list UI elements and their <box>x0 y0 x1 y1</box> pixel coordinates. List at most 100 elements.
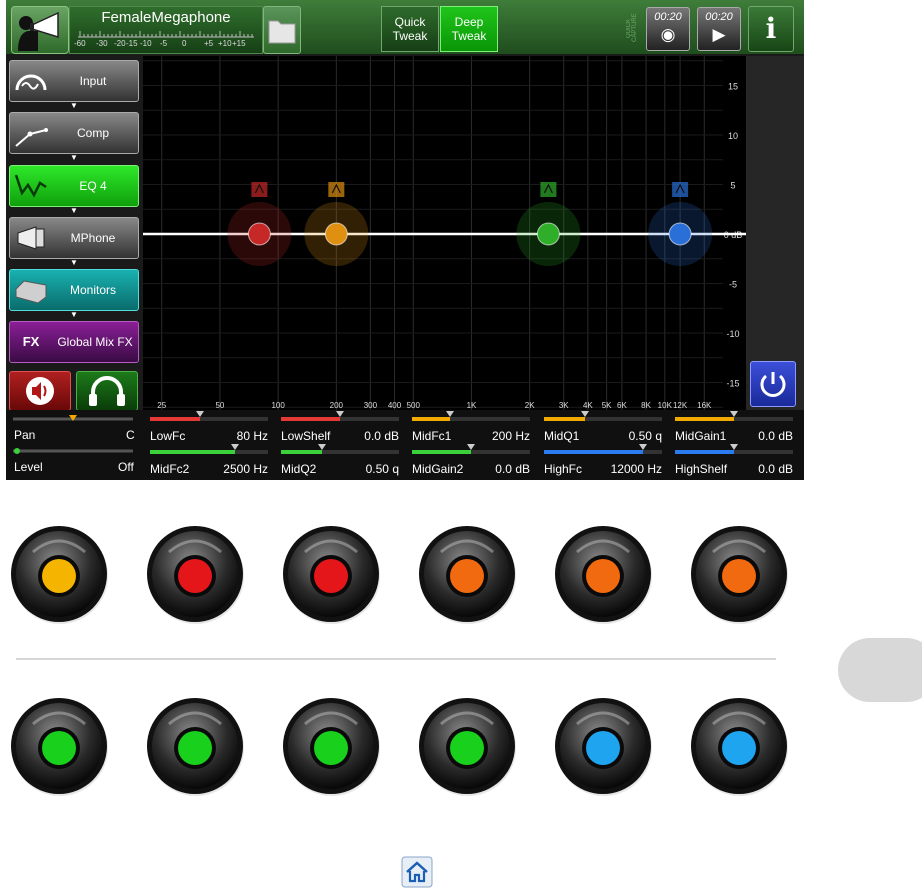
speaker-button[interactable] <box>9 371 71 411</box>
info-button[interactable]: i <box>748 6 794 52</box>
top-bar: FemaleMegaphone -60 -30 -20 -15 -10 -5 0 +5 +10 +… <box>6 0 804 54</box>
pan-slider[interactable] <box>9 413 137 425</box>
block-mphone[interactable]: MPhone <box>9 217 139 259</box>
x-tick-label: 5K <box>602 401 612 410</box>
folder-button[interactable] <box>263 6 301 54</box>
meter-scale-label: 0 <box>182 39 187 48</box>
param-slider[interactable] <box>150 417 268 421</box>
x-tick-label: 4K <box>583 401 593 410</box>
param-slider-handle[interactable] <box>336 411 344 417</box>
headphones-button[interactable] <box>76 371 138 411</box>
param-slider[interactable] <box>544 450 662 454</box>
y-tick-label: 15 <box>728 82 738 92</box>
eq-curve-icon <box>14 174 47 198</box>
param-highshelf[interactable]: HighShelf 0.0 dB <box>669 443 797 476</box>
knob-led <box>178 559 212 593</box>
preset-selector[interactable]: FemaleMegaphone -60 -30 -20 -15 -10 -5 0 +5 +10 +… <box>69 6 263 54</box>
param-midfc1[interactable]: MidFc1 200 Hz <box>406 410 534 443</box>
deep-tweak-button[interactable]: Deep Tweak <box>440 6 498 52</box>
eq-band-node[interactable] <box>536 222 560 246</box>
eq-band-node[interactable] <box>247 222 271 246</box>
led-knob[interactable] <box>415 694 519 798</box>
block-comp[interactable]: Comp <box>9 112 139 154</box>
param-slider-fill <box>281 417 340 421</box>
param-lowshelf[interactable]: LowShelf 0.0 dB <box>275 410 403 443</box>
eq-band-node[interactable] <box>324 222 348 246</box>
param-name: MidQ2 <box>281 462 317 476</box>
param-highfc[interactable]: HighFc 12000 Hz <box>538 443 666 476</box>
block-monitors[interactable]: Monitors <box>9 269 139 311</box>
param-slider[interactable] <box>281 450 399 454</box>
led-knob[interactable] <box>551 694 655 798</box>
home-button[interactable] <box>401 856 433 888</box>
param-midgain2[interactable]: MidGain2 0.0 dB <box>406 443 534 476</box>
param-slider-fill <box>412 417 450 421</box>
input-gauge-icon <box>15 74 47 91</box>
led-knob[interactable] <box>551 522 655 626</box>
knob-led <box>314 731 348 765</box>
param-name: LowFc <box>150 429 186 443</box>
page-tab[interactable] <box>838 638 922 702</box>
chain-arrow: ▼ <box>70 258 78 267</box>
led-knob[interactable] <box>143 694 247 798</box>
y-tick-label: 10 <box>728 131 738 141</box>
power-button[interactable] <box>750 361 796 407</box>
param-lowfc[interactable]: LowFc 80 Hz <box>144 410 272 443</box>
eq-band-node[interactable] <box>668 222 692 246</box>
level-slider[interactable] <box>9 445 137 457</box>
param-midq2[interactable]: MidQ2 0.50 q <box>275 443 403 476</box>
x-tick-label: 3K <box>559 401 569 410</box>
eq-graph[interactable]: 151050 dB-5-10-1525501002003004005001K2K… <box>143 56 746 410</box>
block-global-mix-fx[interactable]: FX Global Mix FX <box>9 321 139 363</box>
led-knob[interactable] <box>7 694 111 798</box>
led-knob[interactable] <box>279 694 383 798</box>
param-slider-fill <box>544 417 586 421</box>
param-slider-handle[interactable] <box>230 444 239 450</box>
led-knob[interactable] <box>143 522 247 626</box>
param-slider[interactable] <box>412 450 530 454</box>
power-icon <box>760 372 786 397</box>
param-midfc2[interactable]: MidFc2 2500 Hz <box>144 443 272 476</box>
meter-scale-label: +10 <box>218 39 232 48</box>
play-button[interactable]: 00:20 ▶ <box>697 7 741 51</box>
param-slider[interactable] <box>412 417 530 421</box>
param-midgain1[interactable]: MidGain1 0.0 dB <box>669 410 797 443</box>
led-knob[interactable] <box>415 522 519 626</box>
param-name: MidGain1 <box>675 429 727 443</box>
led-knob[interactable] <box>7 522 111 626</box>
param-slider[interactable] <box>675 450 793 454</box>
x-tick-label: 300 <box>364 401 378 410</box>
param-value: 80 Hz <box>236 429 268 443</box>
param-slider-handle[interactable] <box>318 444 327 450</box>
param-slider-handle[interactable] <box>639 444 648 450</box>
x-tick-label: 200 <box>330 401 344 410</box>
record-button[interactable]: 00:20 ◉ <box>646 7 690 51</box>
pan-value: C <box>126 428 135 442</box>
led-knob[interactable] <box>687 694 791 798</box>
param-slider[interactable] <box>150 450 268 454</box>
deep-tweak-label: Deep Tweak <box>451 15 487 43</box>
quick-tweak-button[interactable]: Quick Tweak <box>381 6 439 52</box>
chain-arrow: ▼ <box>70 206 78 215</box>
input-level-meter <box>78 31 254 38</box>
block-input[interactable]: Input <box>9 60 139 102</box>
param-slider-handle[interactable] <box>195 411 204 417</box>
param-slider[interactable] <box>675 417 793 421</box>
param-slider[interactable] <box>281 417 399 421</box>
param-slider[interactable] <box>544 417 662 421</box>
param-slider-handle[interactable] <box>581 411 590 417</box>
block-eq[interactable]: EQ 4 <box>9 165 139 207</box>
param-slider-handle[interactable] <box>467 444 475 450</box>
param-name: MidFc2 <box>150 462 190 476</box>
param-slider-handle[interactable] <box>730 411 738 417</box>
y-tick-label: -15 <box>726 379 739 389</box>
param-midq1[interactable]: MidQ1 0.50 q <box>538 410 666 443</box>
preset-megaphone-icon[interactable] <box>11 6 69 54</box>
fx-icon: FX <box>22 334 40 349</box>
led-knob[interactable] <box>279 522 383 626</box>
param-value: 0.50 q <box>365 462 399 476</box>
led-knob[interactable] <box>687 522 791 626</box>
x-tick-label: 100 <box>271 401 285 410</box>
param-slider-handle[interactable] <box>445 411 454 417</box>
param-slider-handle[interactable] <box>730 444 738 450</box>
